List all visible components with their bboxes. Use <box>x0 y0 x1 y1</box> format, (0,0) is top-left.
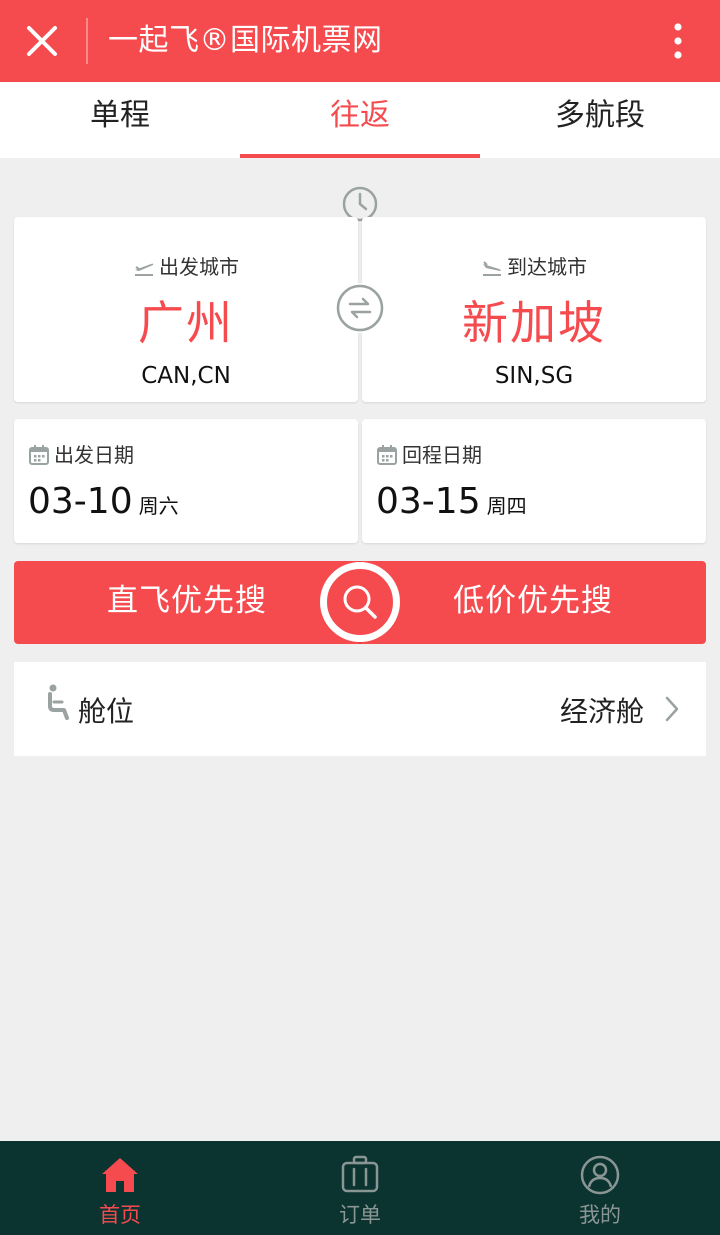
nav-mine-label: 我的 <box>579 1203 621 1227</box>
arrival-city-name: 新加坡 <box>462 296 606 350</box>
trip-type-tabs: 单程 往返 多航段 <box>0 82 720 158</box>
return-date-card[interactable]: 回程日期 03-15 周四 <box>362 419 706 543</box>
nav-home-label: 首页 <box>99 1203 141 1227</box>
departure-city-card[interactable]: 出发城市 广州 CAN,CN <box>14 217 358 402</box>
arrival-city-card[interactable]: 到达城市 新加坡 SIN,SG <box>362 217 706 402</box>
title-separator <box>86 18 88 64</box>
landing-icon <box>483 261 501 276</box>
tab-one-way[interactable]: 单程 <box>0 82 240 158</box>
return-date-label-row: 回程日期 <box>376 439 482 468</box>
nav-home[interactable]: 首页 <box>0 1141 240 1235</box>
direct-first-search-button[interactable]: 直飞优先搜 <box>14 561 360 644</box>
search-icon <box>343 585 377 619</box>
tab-round-trip[interactable]: 往返 <box>240 82 480 158</box>
luggage-icon <box>341 1155 379 1193</box>
seat-icon <box>48 684 69 720</box>
nav-orders[interactable]: 订单 <box>240 1141 480 1235</box>
depart-date-card[interactable]: 出发日期 03-10 周六 <box>14 419 358 543</box>
depart-date-label-row: 出发日期 <box>28 439 134 468</box>
swap-icon <box>336 284 384 332</box>
departure-city-label: 出发城市 <box>159 255 239 279</box>
close-icon[interactable] <box>22 21 62 61</box>
home-icon <box>102 1158 138 1192</box>
cabin-value: 经济舱 <box>559 695 644 728</box>
bottom-nav: 首页 订单 我的 <box>0 1141 720 1235</box>
search-button[interactable] <box>320 562 400 642</box>
return-date-label: 回程日期 <box>402 443 482 467</box>
page-title: 一起飞®国际机票网 <box>108 23 383 58</box>
calendar-icon <box>377 445 397 465</box>
arrival-city-code: SIN,SG <box>494 363 574 389</box>
departure-city-code: CAN,CN <box>141 363 231 389</box>
arrival-city-label: 到达城市 <box>507 255 587 279</box>
title-bar: 一起飞®国际机票网 <box>0 0 720 82</box>
departure-city-name: 广州 <box>138 296 234 350</box>
swap-cities-button[interactable] <box>335 283 385 333</box>
calendar-icon <box>29 445 49 465</box>
nav-mine[interactable]: 我的 <box>480 1141 720 1235</box>
tab-multi-leg[interactable]: 多航段 <box>480 82 720 158</box>
low-price-search-button[interactable]: 低价优先搜 <box>360 561 706 644</box>
search-bar: 直飞优先搜 低价优先搜 <box>14 561 706 644</box>
return-date: 03-15 <box>376 481 481 522</box>
depart-date-label: 出发日期 <box>54 443 134 467</box>
more-menu-icon[interactable] <box>660 21 696 61</box>
cabin-class-row[interactable]: 舱位 经济舱 <box>14 662 706 756</box>
user-icon <box>580 1155 620 1195</box>
takeoff-icon <box>135 263 154 276</box>
depart-weekday: 周六 <box>138 494 179 518</box>
departure-city-label-row: 出发城市 <box>14 251 358 280</box>
depart-date-value: 03-10 周六 <box>28 481 179 522</box>
arrival-city-label-row: 到达城市 <box>362 251 706 280</box>
depart-date: 03-10 <box>28 481 133 522</box>
chevron-right-icon <box>665 696 679 722</box>
return-date-value: 03-15 周四 <box>376 481 527 522</box>
nav-orders-label: 订单 <box>339 1203 381 1227</box>
cabin-label: 舱位 <box>78 695 135 728</box>
return-weekday: 周四 <box>486 494 527 518</box>
